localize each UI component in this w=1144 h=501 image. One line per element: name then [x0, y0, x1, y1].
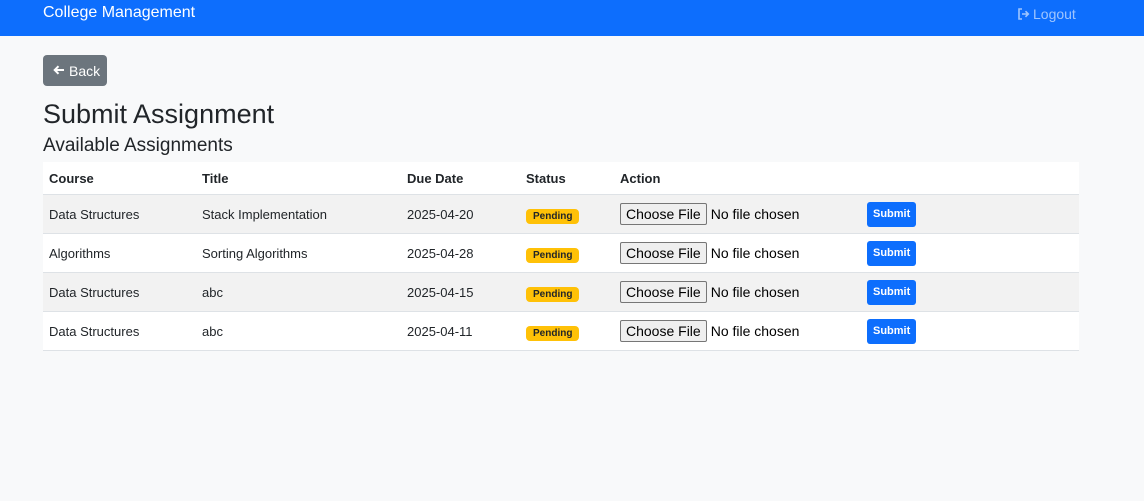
cell-action: Choose File No file chosen [614, 272, 861, 312]
cell-due-date: 2025-04-20 [401, 194, 520, 234]
submit-button[interactable]: Submit [867, 318, 916, 344]
logout-label: Logout [1033, 6, 1076, 22]
cell-due-date: 2025-04-15 [401, 272, 520, 312]
cell-due-date: 2025-04-11 [401, 311, 520, 351]
column-header-due-date: Due Date [401, 162, 520, 195]
back-label: Back [69, 62, 101, 79]
cell-title: abc [196, 311, 401, 351]
cell-status: Pending [520, 272, 614, 312]
status-badge: Pending [526, 325, 580, 341]
back-button[interactable]: Back [43, 55, 107, 86]
cell-course: Data Structures [43, 272, 196, 312]
table-row: Data Structures Stack Implementation 202… [43, 194, 1079, 234]
column-header-submit [861, 162, 1079, 195]
cell-action: Choose File No file chosen [614, 194, 861, 234]
cell-submit: Submit [861, 194, 1079, 234]
cell-course: Data Structures [43, 194, 196, 234]
sign-out-icon [1017, 8, 1030, 20]
file-status-text: No file chosen [710, 245, 800, 261]
cell-course: Data Structures [43, 311, 196, 351]
cell-action: Choose File No file chosen [614, 233, 861, 273]
file-status-text: No file chosen [710, 284, 800, 300]
cell-title: Stack Implementation [196, 194, 401, 234]
file-input[interactable]: Choose File No file chosen [620, 281, 855, 303]
choose-file-button[interactable]: Choose File [620, 242, 707, 264]
cell-title: abc [196, 272, 401, 312]
submit-button[interactable]: Submit [867, 201, 916, 227]
cell-title: Sorting Algorithms [196, 233, 401, 273]
choose-file-button[interactable]: Choose File [620, 281, 707, 303]
submit-button[interactable]: Submit [867, 240, 916, 266]
column-header-title: Title [196, 162, 401, 195]
table-row: Data Structures abc 2025-04-11 Pending C… [43, 311, 1079, 351]
section-title: Available Assignments [43, 135, 233, 156]
file-input[interactable]: Choose File No file chosen [620, 203, 855, 225]
cell-due-date: 2025-04-28 [401, 233, 520, 273]
main-content: Back Submit Assignment Available Assignm… [43, 55, 1079, 351]
brand-title[interactable]: College Management [43, 3, 195, 23]
table-row: Data Structures abc 2025-04-15 Pending C… [43, 272, 1079, 312]
cell-status: Pending [520, 194, 614, 234]
assignments-table: Course Title Due Date Status Action Data… [43, 162, 1079, 351]
cell-submit: Submit [861, 233, 1079, 273]
cell-action: Choose File No file chosen [614, 311, 861, 351]
column-header-status: Status [520, 162, 614, 195]
cell-status: Pending [520, 311, 614, 351]
page-title: Submit Assignment [43, 99, 275, 129]
navbar: College Management Logout [0, 0, 1144, 36]
column-header-course: Course [43, 162, 196, 195]
cell-submit: Submit [861, 272, 1079, 312]
choose-file-button[interactable]: Choose File [620, 203, 707, 225]
table-row: Algorithms Sorting Algorithms 2025-04-28… [43, 233, 1079, 273]
file-status-text: No file chosen [710, 206, 800, 222]
cell-status: Pending [520, 233, 614, 273]
status-badge: Pending [526, 208, 580, 224]
cell-submit: Submit [861, 311, 1079, 351]
column-header-action: Action [614, 162, 861, 195]
status-badge: Pending [526, 286, 580, 302]
cell-course: Algorithms [43, 233, 196, 273]
file-input[interactable]: Choose File No file chosen [620, 242, 855, 264]
choose-file-button[interactable]: Choose File [620, 320, 707, 342]
logout-link[interactable]: Logout [1017, 5, 1076, 23]
table-header-row: Course Title Due Date Status Action [43, 162, 1079, 195]
status-badge: Pending [526, 247, 580, 263]
file-status-text: No file chosen [710, 323, 800, 339]
submit-button[interactable]: Submit [867, 279, 916, 305]
arrow-left-icon [53, 63, 65, 79]
file-input[interactable]: Choose File No file chosen [620, 320, 855, 342]
